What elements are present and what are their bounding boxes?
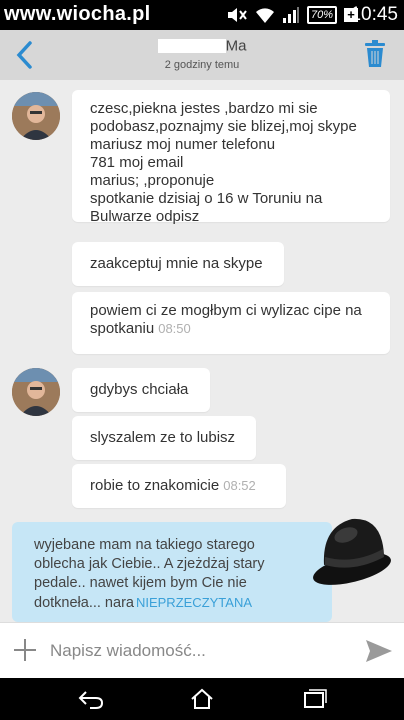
home-nav-icon[interactable]: [189, 688, 215, 710]
message-input[interactable]: Napisz wiadomość...: [50, 641, 206, 661]
mute-icon: [228, 8, 247, 22]
back-nav-icon[interactable]: [78, 688, 104, 710]
unread-status: NIEPRZECZYTANA: [135, 595, 253, 610]
message-bubble: robie to znakomicie 08:52: [72, 464, 286, 508]
trash-icon[interactable]: [364, 39, 386, 69]
message-text: czesc,piekna jestes ,bardzo mi sie podob…: [90, 100, 357, 225]
message-time: 08:50: [158, 321, 191, 336]
message-bubble: slyszalem ze to lubisz: [72, 416, 256, 460]
contact-name: Ma: [0, 37, 404, 55]
message-bubble: zaakceptuj mnie na skype: [72, 242, 284, 286]
avatar[interactable]: [12, 92, 60, 140]
recent-apps-icon[interactable]: [302, 688, 328, 710]
avatar[interactable]: [12, 368, 60, 416]
conversation-header: Ma 2 godziny temu: [0, 30, 404, 80]
last-seen: 2 godziny temu: [164, 59, 240, 71]
battery-indicator: 70%: [307, 6, 338, 24]
message-bubble: gdybys chciała: [72, 368, 210, 412]
wifi-icon: [256, 8, 274, 23]
watermark: www.wiocha.pl: [4, 3, 151, 25]
message-text: slyszalem ze to lubisz: [90, 429, 236, 446]
message-bubble: powiem ci ze mogłbym ci wylizac cipe na …: [72, 292, 390, 354]
signal-icon: [283, 7, 299, 23]
bowler-hat-avatar[interactable]: [308, 505, 400, 597]
reply-bubble: wyjebane mam na takiego starego oblecha …: [12, 522, 332, 622]
status-bar: www.wiocha.pl 70% + 10:45: [0, 0, 404, 30]
status-icons: 70% +: [226, 4, 359, 26]
message-composer: Napisz wiadomość...: [0, 622, 404, 678]
message-text: gdybys chciała: [90, 381, 189, 398]
message-bubble: czesc,piekna jestes ,bardzo mi sie podob…: [72, 90, 390, 225]
chat-area[interactable]: czesc,piekna jestes ,bardzo mi sie podob…: [0, 80, 404, 622]
redaction-box: [157, 38, 226, 53]
send-icon[interactable]: [364, 637, 394, 665]
message-text: zaakceptuj mnie na skype: [90, 255, 263, 272]
clock: 10:45: [350, 4, 398, 25]
message-text: powiem ci ze mogłbym ci wylizac cipe na …: [90, 302, 362, 337]
plus-icon[interactable]: [12, 637, 38, 663]
message-text: robie to znakomicie: [90, 477, 220, 494]
message-time: 08:52: [223, 478, 256, 493]
system-nav-bar: [0, 678, 404, 720]
